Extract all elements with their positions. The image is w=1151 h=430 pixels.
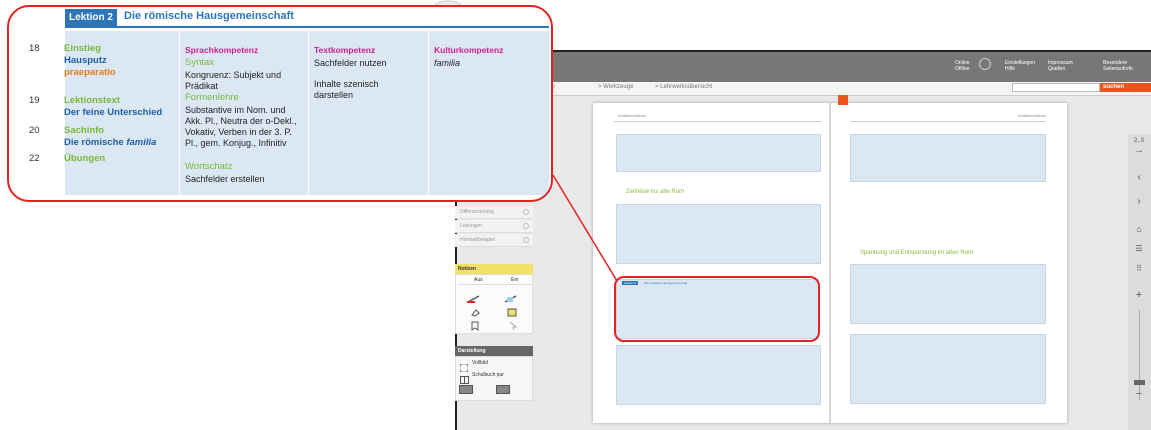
panel-differenzierung-label: Differenzierung [460, 209, 494, 215]
schoolbook-only-button[interactable]: Schulbuch pur [472, 372, 504, 378]
pointer-icon[interactable] [509, 318, 518, 331]
panel-differenzierung[interactable]: Differenzierung [455, 206, 533, 219]
lesson-r2-block [850, 264, 1046, 324]
wortschatz-label: Wortschatz [185, 161, 233, 172]
kulturkompetenz-line1: familia [434, 58, 461, 68]
sachinfo-title-italic: familia [126, 137, 157, 148]
home-icon[interactable]: ⌂ [1132, 224, 1146, 234]
textkompetenz-line2: Inhalte szenisch darstellen [314, 79, 379, 100]
nav-item-werkzeuge[interactable]: > Werkzeuge [598, 84, 633, 90]
zoom-out-icon[interactable]: − [1132, 388, 1146, 400]
panel-loesungen[interactable]: Lösungen [455, 220, 533, 233]
fullscreen-button[interactable]: Vollbild [472, 360, 488, 366]
bookmark-icon[interactable] [471, 318, 479, 331]
page-number: 20 [29, 125, 40, 136]
book-gutter [829, 103, 831, 423]
page-number: 19 [29, 95, 40, 106]
formenlehre-text: Substantive im Nom. und Akk. Pl., Neutra… [185, 105, 297, 148]
left-page-header: Inhaltsverzeichnis [618, 114, 646, 118]
panel-hoerbeispiel[interactable]: Hörmaßbeispiel [455, 234, 533, 247]
search-button[interactable]: suchen [1100, 83, 1151, 92]
single-page-view-button[interactable] [459, 385, 473, 394]
panel-hoerbeispiel-label: Hörmaßbeispiel [460, 237, 496, 243]
highlighter-icon[interactable] [504, 290, 518, 303]
page-number: 22 [29, 153, 40, 164]
lesson-title: Die römische Hausgemeinschaft [124, 10, 294, 22]
book-icon [460, 371, 469, 384]
plus-icon [523, 237, 529, 243]
zoom-in-icon[interactable]: + [1132, 289, 1146, 301]
pen-red-icon[interactable] [467, 290, 481, 303]
lektionstext-label: Lektionstext [64, 95, 120, 106]
column-separator [179, 29, 180, 195]
lektionstext-title: Der feine Unterschied [64, 107, 163, 118]
formenlehre-label: Formenlehre [185, 92, 239, 103]
sprachkompetenz-heading: Sprachkompetenz [185, 45, 259, 55]
impressum-link[interactable]: Impressum Quellen [1048, 60, 1073, 72]
bookmarks-link[interactable]: Besondere Seitenaufrufe [1103, 60, 1133, 72]
top-bar [455, 50, 1151, 82]
einstieg-label: Einstieg [64, 43, 101, 54]
sachinfo-title-text: Die römische [64, 137, 127, 148]
minus-icon [523, 209, 529, 215]
textkompetenz-line1: Sachfelder nutzen [314, 58, 387, 68]
column-separator [308, 29, 309, 195]
lesson-2-prev-block [616, 204, 821, 264]
panel-loesungen-label: Lösungen [460, 223, 482, 229]
uebungen-label: Übungen [64, 153, 106, 164]
left-header-rule [614, 121, 822, 122]
lesson-3-block [616, 345, 821, 405]
go-to-page-icon[interactable]: → [1132, 145, 1146, 156]
view-header: Darstellung [455, 346, 533, 356]
search-input[interactable] [1012, 83, 1100, 92]
lesson-badge: Lektion 2 [65, 9, 117, 27]
notes-header: Notizen [455, 264, 533, 274]
double-page-view-button[interactable] [496, 385, 510, 394]
lesson-r1-block [850, 134, 1046, 182]
section-title-right: Spannung und Entspannung im alten Rom [860, 250, 974, 256]
zoom-slider-thumb[interactable] [1134, 380, 1145, 385]
textkompetenz-heading: Textkompetenz [314, 45, 376, 55]
settings-link[interactable]: Einstellungen Hilfe [1005, 60, 1035, 72]
previous-page-icon[interactable]: ‹ [1132, 172, 1146, 183]
plus-icon [523, 223, 529, 229]
notes-divider [458, 284, 532, 285]
right-page-header: Inhaltsverzeichnis [1018, 114, 1046, 118]
syntax-label: Syntax [185, 57, 215, 68]
zoom-callout: Lektion 2 Die römische Hausgemeinschaft … [7, 5, 553, 202]
zoom-slider[interactable] [1139, 310, 1140, 400]
sachinfo-title: Die römische familia [64, 137, 156, 148]
page-indicator: 2, 3 [1133, 138, 1144, 144]
help-label: Hilfe [1005, 66, 1016, 72]
notes-panel [455, 274, 533, 334]
online-toggle[interactable]: Online Offline [955, 60, 969, 72]
online-status-icon[interactable] [979, 58, 991, 70]
einstieg-subtitle: praeparatio [64, 67, 116, 78]
list-icon[interactable]: ☰ [1132, 244, 1146, 253]
grid-icon[interactable]: ⠿ [1132, 264, 1146, 273]
lesson-r3-block [850, 334, 1046, 404]
next-page-icon[interactable]: › [1132, 196, 1146, 207]
column-separator [428, 29, 429, 195]
notes-on-button[interactable]: Ein [511, 277, 518, 283]
quellen-label: Quellen [1048, 66, 1066, 72]
wortschatz-text: Sachfelder erstellen [185, 174, 265, 184]
eraser-icon[interactable] [470, 304, 480, 317]
bookmarks-sub-label: Seitenaufrufe [1103, 66, 1133, 72]
section-title-left: Zeitreise ins alte Rom [626, 189, 685, 195]
nav-item-lehrwerksuebersicht[interactable]: > Lehrwerksübersicht [655, 84, 712, 90]
highlight-frame [614, 276, 820, 342]
fullscreen-icon [459, 359, 469, 373]
page-number: 18 [29, 43, 40, 54]
notes-off-button[interactable]: Aus [474, 277, 483, 283]
offline-label: Offline [955, 66, 970, 72]
right-header-rule [850, 121, 1046, 122]
lesson-1-block [616, 134, 821, 172]
page-marker [838, 95, 848, 105]
einstieg-title: Hausputz [64, 55, 107, 66]
syntax-text: Kongruenz: Subjekt und Prädikat [185, 70, 282, 91]
sticky-note-icon[interactable] [507, 304, 518, 317]
kulturkompetenz-heading: Kulturkompetenz [434, 45, 504, 55]
sachinfo-label: Sachinfo [64, 125, 105, 136]
